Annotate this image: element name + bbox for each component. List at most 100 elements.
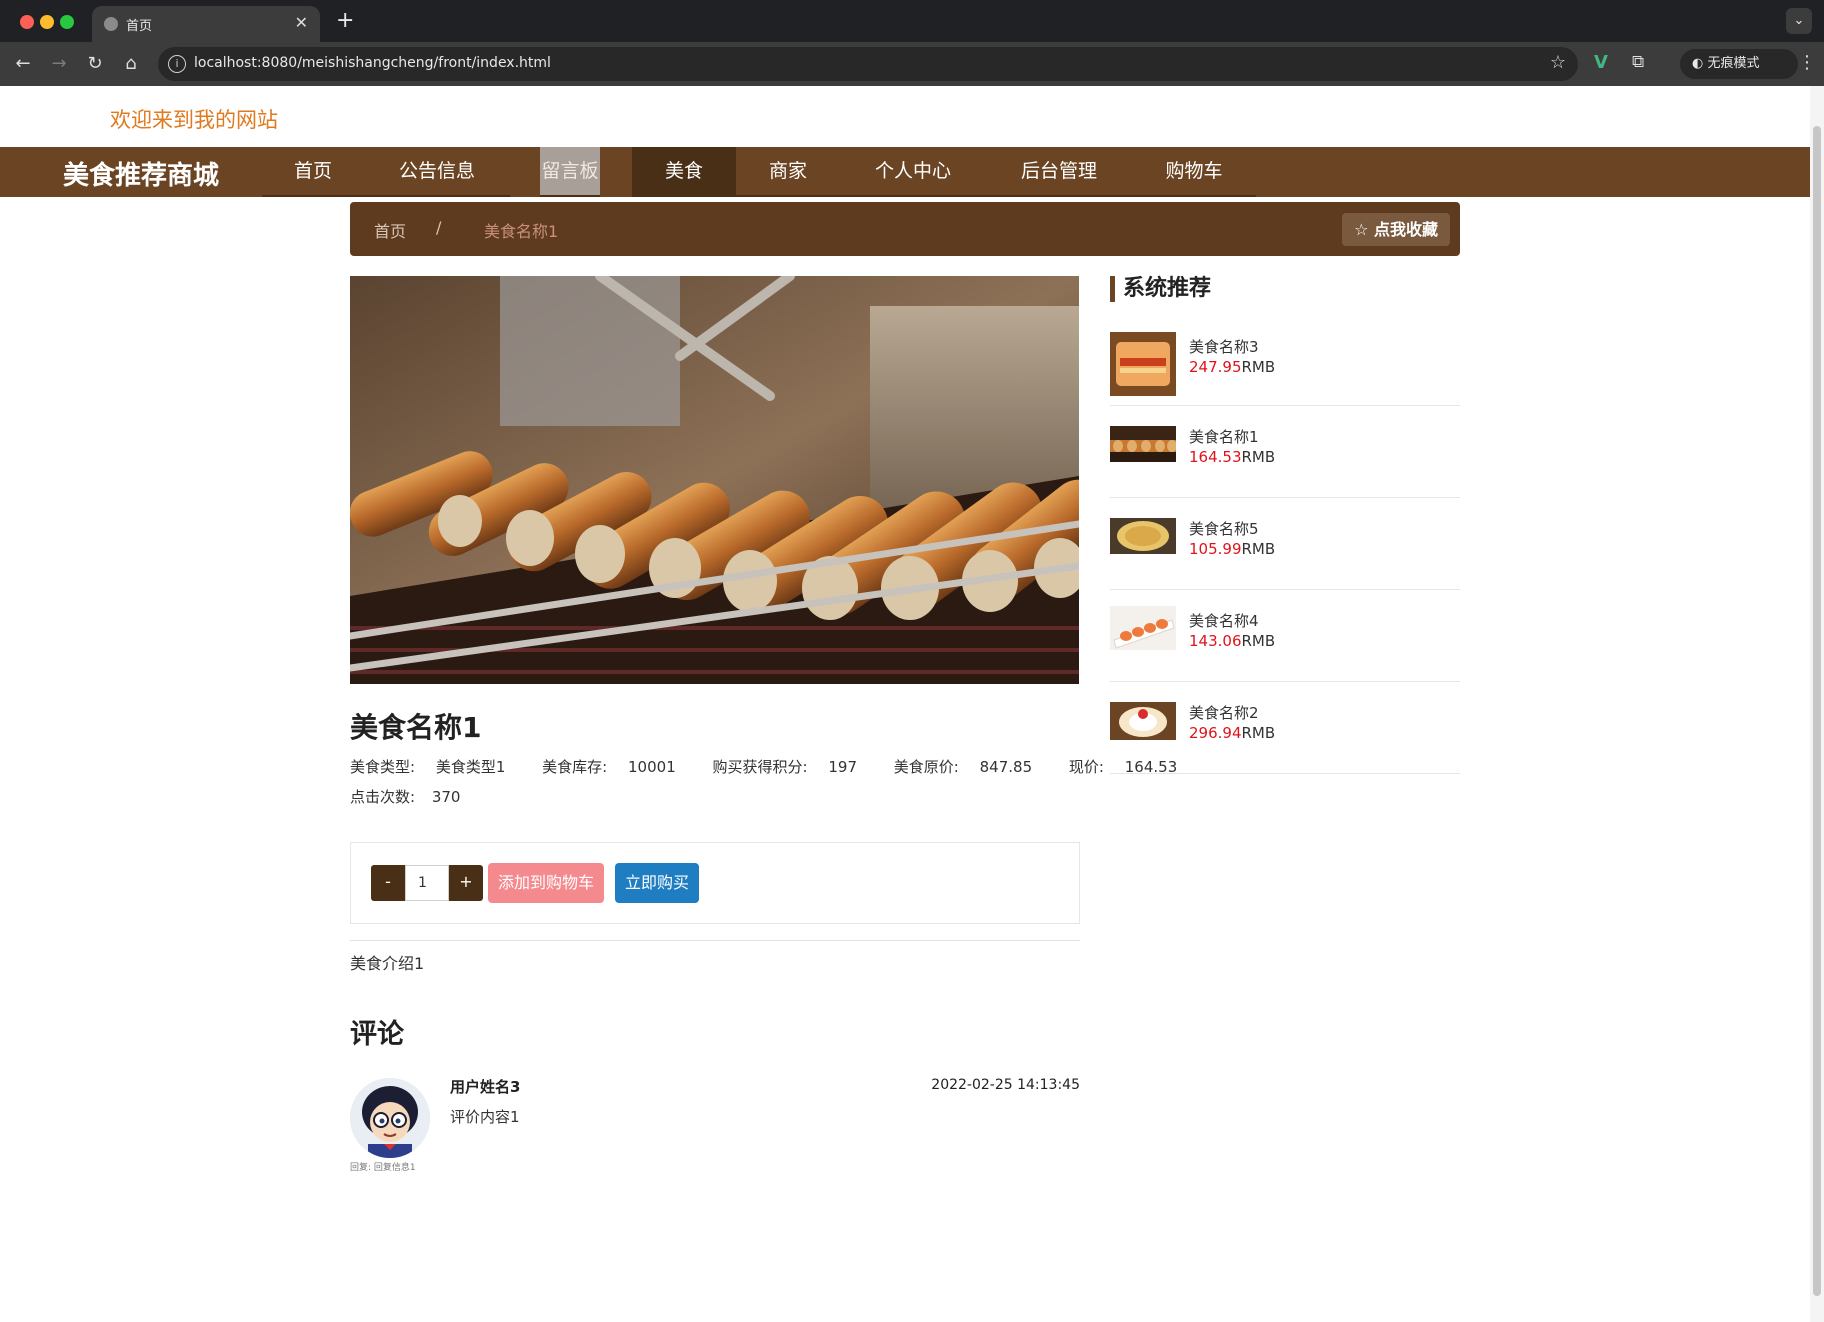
divider (350, 940, 1080, 941)
grilled-mushroom-image (1110, 426, 1176, 462)
breadcrumb-separator: / (436, 218, 442, 237)
quantity-input[interactable] (405, 865, 449, 901)
price-value: 164.53 (1189, 448, 1242, 466)
new-tab-icon[interactable]: + (336, 8, 354, 33)
quantity-decrease-button[interactable]: - (371, 865, 405, 901)
info-value: 美食类型1 (435, 758, 506, 776)
nav-home[interactable]: 首页 (262, 147, 364, 197)
info-label: 购买获得积分: (712, 758, 808, 776)
info-label: 现价: (1068, 758, 1104, 776)
recommend-heading: 系统推荐 (1110, 276, 1211, 302)
nav-announcements[interactable]: 公告信息 (364, 147, 510, 197)
recommend-name[interactable]: 美食名称2 (1189, 702, 1259, 723)
info-value: 197 (828, 758, 857, 776)
url-text[interactable]: localhost:8080/meishishangcheng/front/in… (194, 55, 551, 71)
incognito-icon: ◐ (1692, 56, 1704, 71)
nav-cart[interactable]: 购物车 (1132, 147, 1256, 197)
price-currency: RMB (1241, 448, 1276, 466)
info-value: 10001 (628, 758, 676, 776)
add-to-cart-button[interactable]: 添加到购物车 (488, 863, 604, 903)
grilled-food-illustration (350, 276, 1079, 684)
info-field: 购买获得积分: 197 (713, 758, 873, 776)
incognito-indicator[interactable]: ◐ 无痕模式 (1680, 49, 1798, 79)
buy-now-button[interactable]: 立即购买 (615, 863, 699, 903)
browser-toolbar: ← → ↻ ⌂ i localhost:8080/meishishangchen… (0, 42, 1824, 86)
recommend-item[interactable]: 美食名称3 247.95RMB (1110, 324, 1460, 406)
quantity-increase-button[interactable]: + (449, 865, 483, 901)
info-field: 美食原价: 847.85 (894, 758, 1048, 776)
browser-tab[interactable]: 首页 ✕ (92, 6, 320, 42)
nav-merchants[interactable]: 商家 (736, 147, 840, 197)
product-intro: 美食介绍1 (350, 954, 425, 973)
info-label: 美食类型: (350, 758, 416, 776)
home-icon[interactable]: ⌂ (118, 51, 144, 77)
recommend-item[interactable]: 美食名称5 105.99RMB (1110, 498, 1460, 590)
recommend-thumb-grilled (1110, 426, 1176, 462)
price-currency: RMB (1241, 540, 1276, 558)
nav-admin[interactable]: 后台管理 (986, 147, 1132, 197)
breadcrumb-current: 美食名称1 (484, 222, 559, 241)
reload-icon[interactable]: ↻ (82, 51, 108, 77)
info-field: 美食类型: 美食类型1 (350, 758, 521, 776)
back-arrow-icon[interactable]: ← (10, 51, 36, 77)
more-menu-icon[interactable]: ⋮ (1798, 52, 1816, 73)
window-close-dot[interactable] (20, 15, 34, 29)
comment-time: 2022-02-25 14:13:45 (931, 1077, 1080, 1093)
extensions-icon[interactable]: ⧉ (1632, 52, 1644, 72)
recommend-name[interactable]: 美食名称5 (1189, 518, 1259, 539)
info-field: 美食库存: 10001 (542, 758, 692, 776)
product-image (350, 276, 1079, 684)
scrollbar[interactable] (1810, 86, 1824, 1322)
chevron-down-icon[interactable]: ⌄ (1786, 8, 1812, 34)
cake-roll-image (1110, 702, 1176, 740)
recommend-item[interactable]: 美食名称4 143.06RMB (1110, 590, 1460, 682)
scrollbar-thumb[interactable] (1813, 126, 1821, 1296)
comment-reply: 回复: 回复信息1 (350, 1163, 416, 1173)
close-icon[interactable]: ✕ (295, 13, 308, 32)
info-icon[interactable]: i (168, 55, 186, 73)
avatar (350, 1078, 430, 1158)
info-label: 美食库存: (542, 758, 608, 776)
clicks-value: 370 (431, 788, 461, 806)
price-value: 296.94 (1189, 724, 1242, 742)
recommend-price: 247.95RMB (1189, 358, 1275, 376)
breadcrumb-home[interactable]: 首页 (374, 218, 406, 242)
recommend-item[interactable]: 美食名称2 296.94RMB (1110, 682, 1460, 774)
main-navbar: 美食推荐商城 首页 公告信息 留言板 美食 商家 个人中心 后台管理 购物车 (0, 147, 1810, 197)
price-currency: RMB (1241, 632, 1276, 650)
breadcrumb: 首页 / 美食名称1 ☆ 点我收藏 (350, 202, 1460, 256)
site-logo[interactable]: 美食推荐商城 (63, 155, 219, 192)
welcome-text: 欢迎来到我的网站 (110, 108, 278, 132)
favorite-button[interactable]: ☆ 点我收藏 (1342, 213, 1450, 246)
info-label: 美食原价: (893, 758, 959, 776)
price-value: 105.99 (1189, 540, 1242, 558)
vue-devtools-icon[interactable]: V (1594, 52, 1608, 73)
price-currency: RMB (1241, 724, 1276, 742)
browser-tab-bar: 首页 ✕ + ⌄ (0, 0, 1824, 42)
recommend-price: 105.99RMB (1189, 540, 1275, 558)
purchase-box: - + 添加到购物车 立即购买 (350, 842, 1080, 924)
recommend-name[interactable]: 美食名称4 (1189, 610, 1259, 631)
recommend-thumb-sushi (1110, 606, 1176, 650)
cartoon-avatar-icon (350, 1078, 430, 1158)
nav-food[interactable]: 美食 (632, 147, 736, 197)
forward-arrow-icon[interactable]: → (46, 51, 72, 77)
recommend-thumb-sandwich (1110, 332, 1176, 396)
address-bar[interactable]: i localhost:8080/meishishangcheng/front/… (158, 47, 1578, 81)
window-minimize-dot[interactable] (40, 15, 54, 29)
product-info: 美食类型: 美食类型1 美食库存: 10001 购买获得积分: 197 美食原价… (350, 756, 1193, 777)
product-title: 美食名称1 (350, 711, 482, 744)
window-maximize-dot[interactable] (60, 15, 74, 29)
recommend-thumb-cake (1110, 702, 1176, 740)
comments-heading: 评论 (350, 1019, 404, 1050)
recommend-price: 143.06RMB (1189, 632, 1275, 650)
recommend-price: 164.53RMB (1189, 448, 1275, 466)
recommend-name[interactable]: 美食名称1 (1189, 426, 1259, 447)
product-clicks: 点击次数: 370 (350, 786, 460, 807)
sushi-image (1110, 606, 1176, 650)
recommend-name[interactable]: 美食名称3 (1189, 336, 1259, 357)
nav-message-board[interactable]: 留言板 (540, 147, 600, 197)
recommend-item[interactable]: 美食名称1 164.53RMB (1110, 406, 1460, 498)
bookmark-star-icon[interactable]: ☆ (1550, 52, 1566, 73)
nav-user-center[interactable]: 个人中心 (840, 147, 986, 197)
